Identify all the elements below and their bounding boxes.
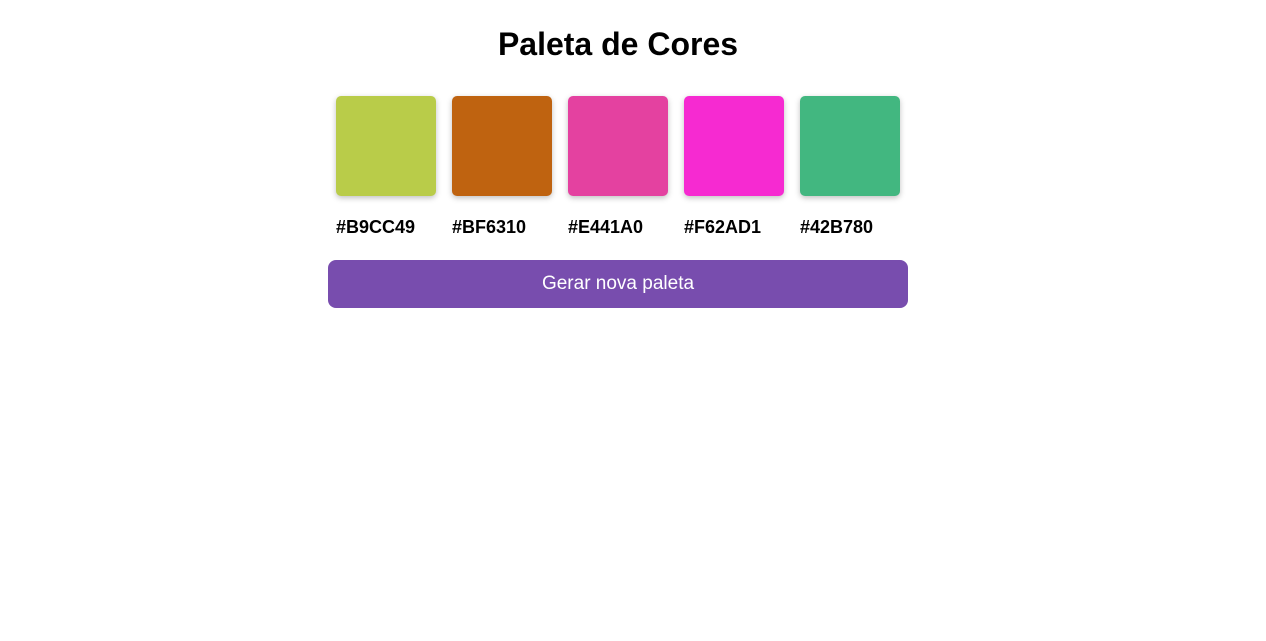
color-hex-label: #BF6310 [452, 217, 527, 237]
palette-color-item: #BF6310 [452, 96, 552, 238]
page-title: Paleta de Cores [497, 26, 739, 62]
palette-color-item: #B9CC49 [336, 96, 436, 238]
color-swatch[interactable] [452, 96, 552, 196]
color-hex-label: #42B780 [800, 217, 874, 237]
palette-swatches: #B9CC49 #BF6310 #E441A0 #F62AD1 #42B780 [336, 96, 900, 238]
color-hex-label: #B9CC49 [336, 217, 416, 237]
color-swatch[interactable] [336, 96, 436, 196]
color-hex-label: #F62AD1 [684, 217, 762, 237]
palette-color-item: #F62AD1 [684, 96, 784, 238]
color-swatch[interactable] [568, 96, 668, 196]
color-swatch[interactable] [800, 96, 900, 196]
page: Paleta de Cores #B9CC49 #BF6310 #E441A0 … [0, 0, 1266, 641]
color-hex-label: #E441A0 [568, 217, 644, 237]
generate-palette-button[interactable]: Gerar nova paleta [328, 260, 908, 308]
palette-color-item: #E441A0 [568, 96, 668, 238]
color-swatch[interactable] [684, 96, 784, 196]
palette-color-item: #42B780 [800, 96, 900, 238]
